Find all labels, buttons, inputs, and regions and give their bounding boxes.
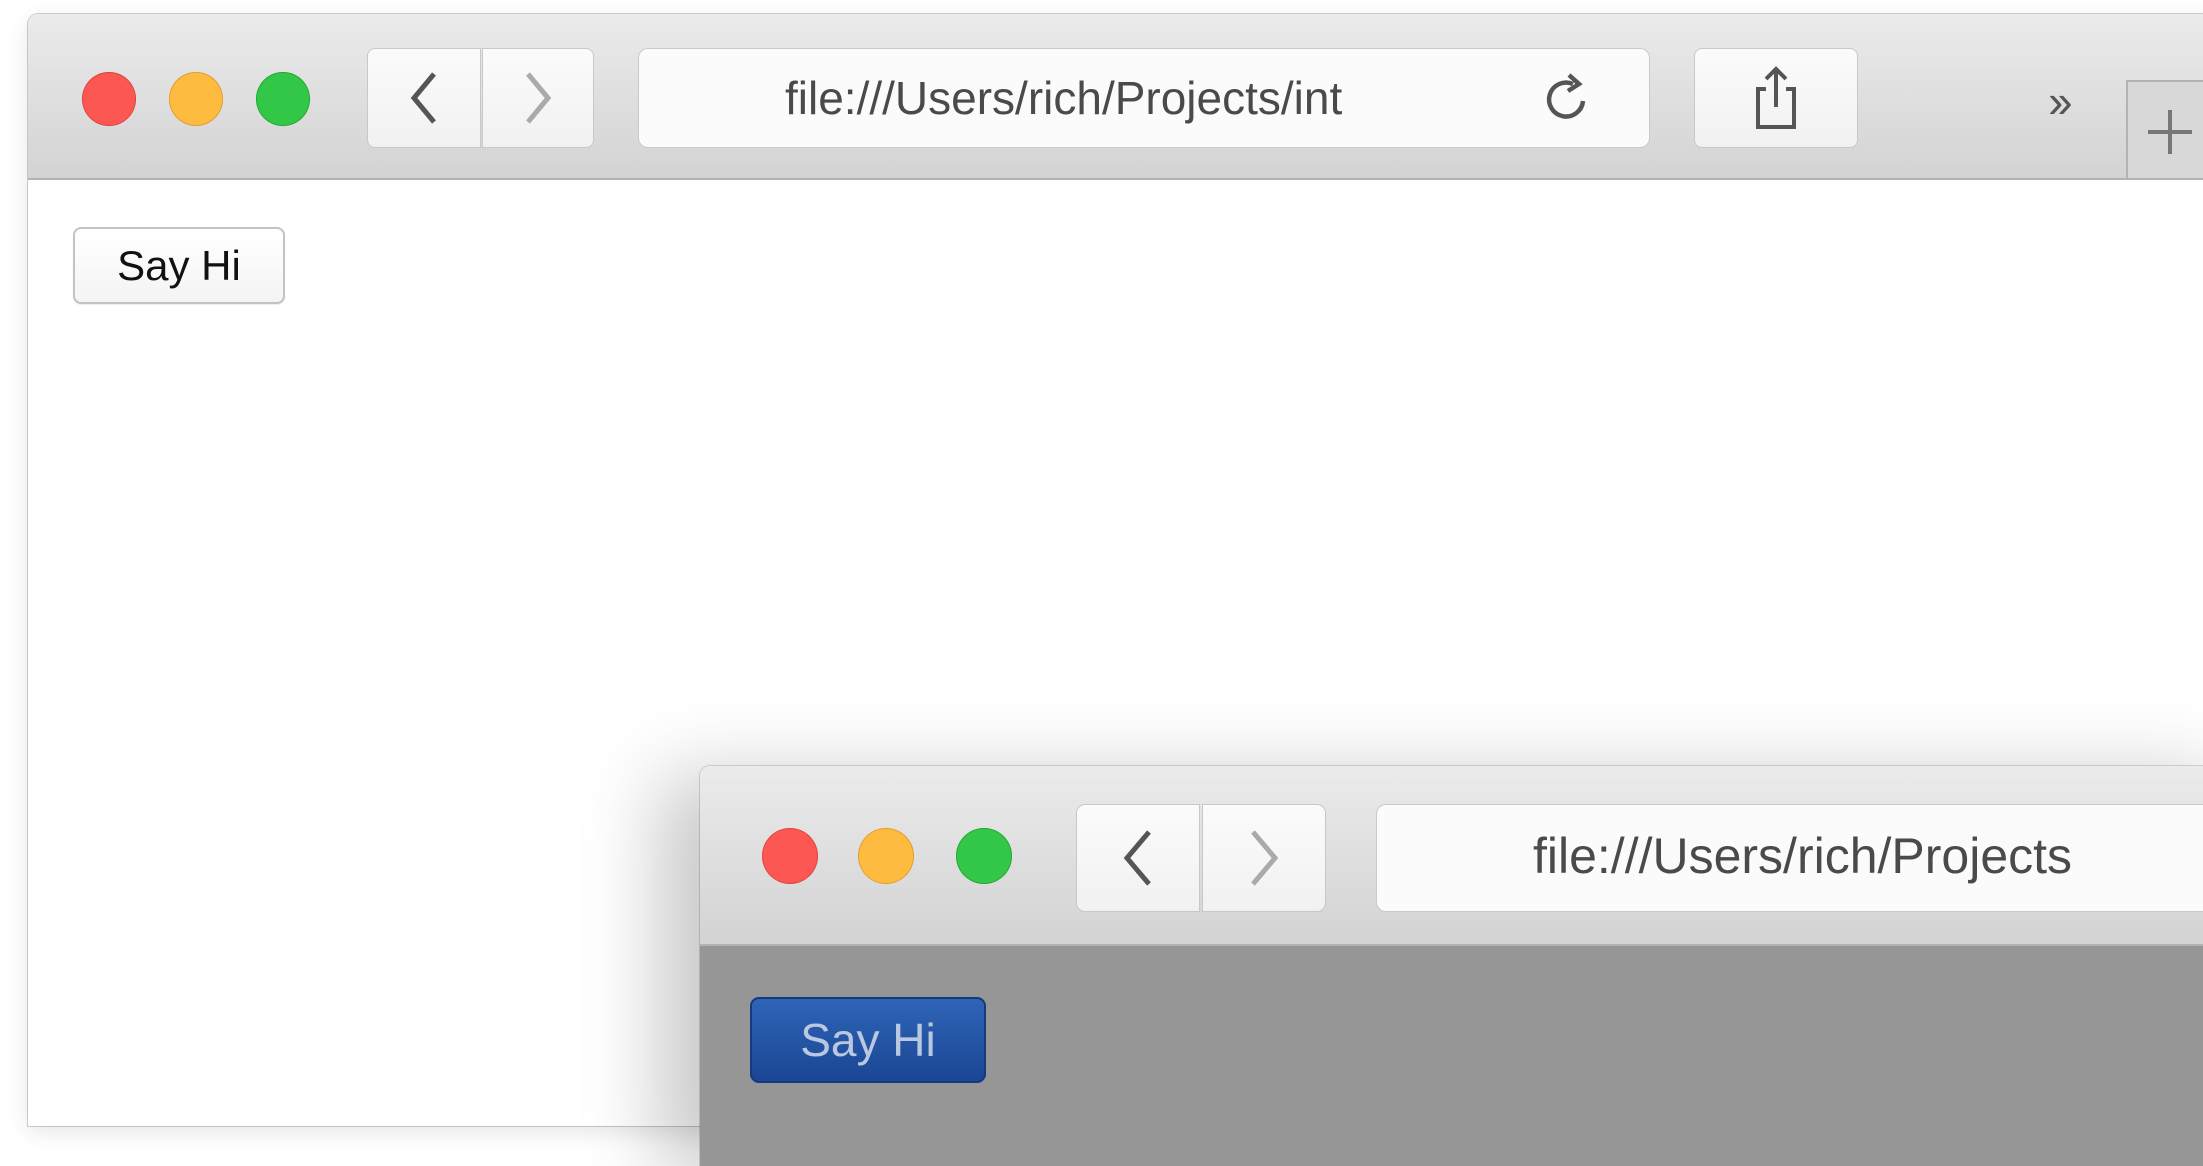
new-tab-button[interactable]	[2126, 80, 2203, 178]
back-button[interactable]	[367, 48, 481, 148]
forward-chevron-icon	[526, 72, 552, 124]
back-chevron-icon	[410, 72, 436, 124]
say-hi-button[interactable]: Say Hi	[73, 227, 285, 304]
zoom-button[interactable]	[256, 72, 310, 126]
url-text: file:///Users/rich/Projects/int	[785, 72, 1343, 124]
page-content: Say Hi	[700, 946, 2203, 1166]
plus-icon	[2148, 110, 2192, 154]
minimize-button[interactable]	[169, 72, 223, 126]
minimize-button[interactable]	[858, 828, 914, 884]
close-button[interactable]	[762, 828, 818, 884]
share-icon	[1756, 66, 1796, 129]
reload-icon[interactable]	[1539, 71, 1595, 127]
say-hi-button[interactable]: Say Hi	[750, 997, 986, 1083]
close-button[interactable]	[82, 72, 136, 126]
address-bar[interactable]: file:///Users/rich/Projects	[1376, 804, 2203, 912]
forward-button[interactable]	[1202, 804, 1326, 912]
browser-window-front: file:///Users/rich/Projects Say Hi	[700, 766, 2203, 1166]
toolbar: file:///Users/rich/Projects	[700, 766, 2203, 946]
share-button[interactable]	[1694, 48, 1858, 148]
chevron-overflow-icon[interactable]: ››	[2048, 74, 2073, 128]
back-button[interactable]	[1076, 804, 1200, 912]
address-bar[interactable]: file:///Users/rich/Projects/int	[638, 48, 1650, 148]
back-chevron-icon	[1123, 830, 1151, 886]
forward-chevron-icon	[1251, 830, 1279, 886]
forward-button[interactable]	[482, 48, 594, 148]
toolbar: file:///Users/rich/Projects/int ››	[28, 14, 2203, 180]
url-text: file:///Users/rich/Projects	[1533, 828, 2073, 884]
zoom-button[interactable]	[956, 828, 1012, 884]
